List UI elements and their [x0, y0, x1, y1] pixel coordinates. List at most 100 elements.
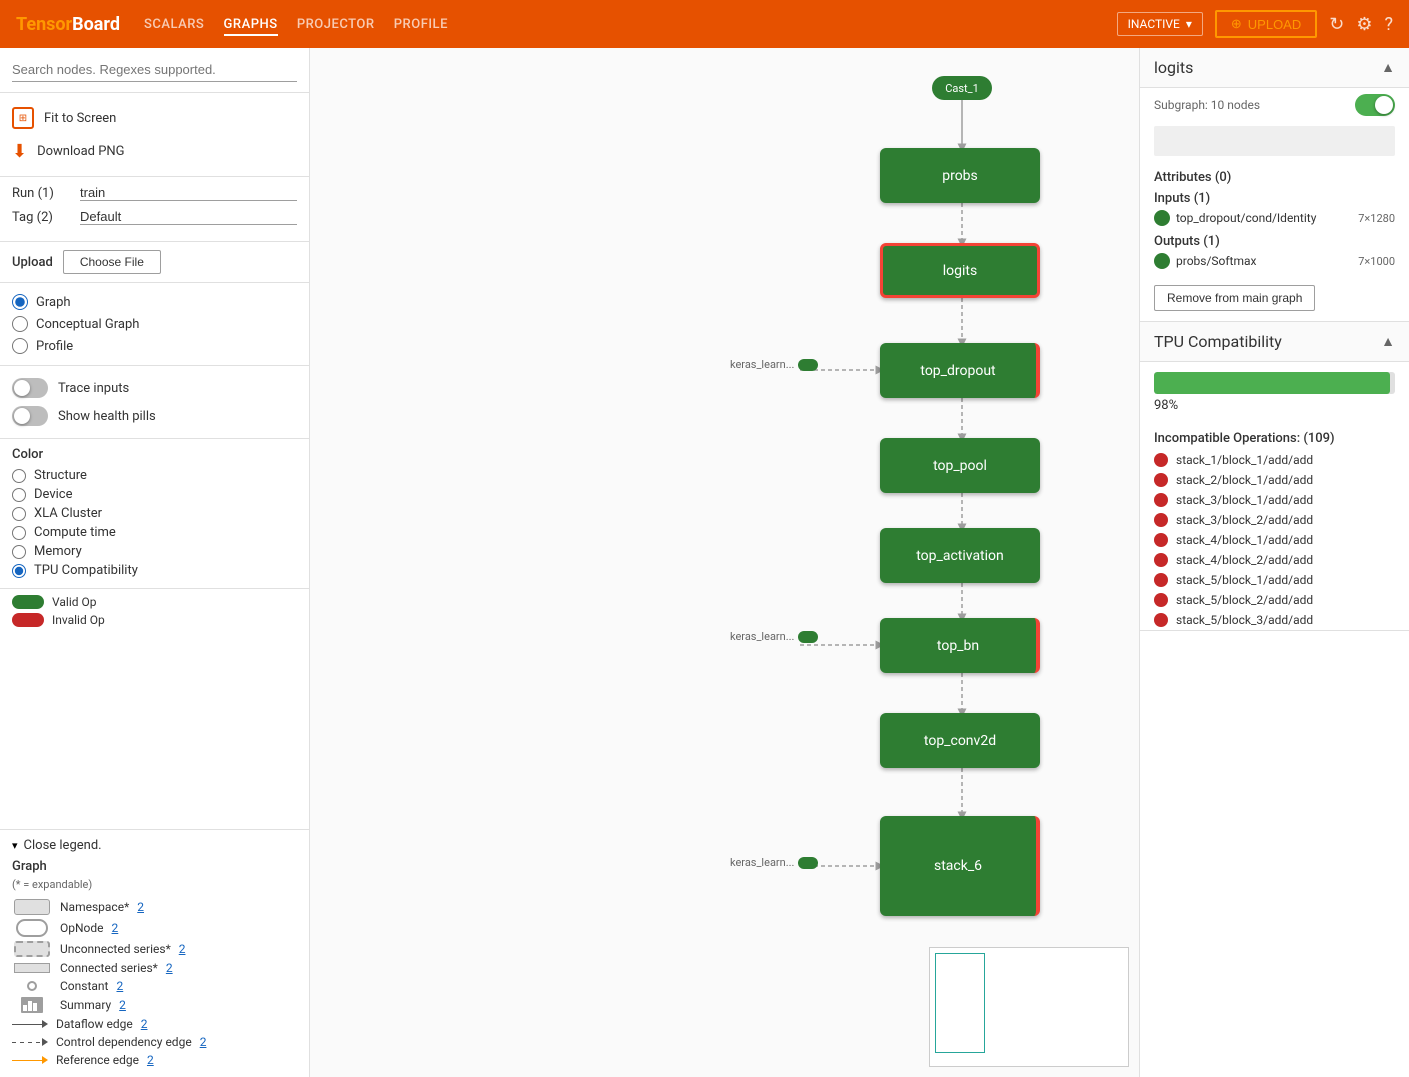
valid-op-row: Valid Op	[12, 595, 297, 609]
header-right: INACTIVE ▾ ⊕ UPLOAD ↻ ⚙ ?	[1117, 10, 1393, 38]
download-png-item[interactable]: ⬇ Download PNG	[12, 135, 297, 168]
node-top-activation[interactable]: top_activation	[880, 528, 1040, 583]
opnode-label: OpNode	[60, 921, 104, 935]
control-link[interactable]: 2	[200, 1035, 207, 1049]
incompat-dot-0	[1154, 453, 1168, 467]
unconnected-label: Unconnected series*	[60, 942, 171, 956]
namespace-label: Namespace*	[60, 900, 129, 914]
device-color-row: Device	[12, 485, 297, 504]
structure-label: Structure	[34, 468, 87, 483]
xla-radio[interactable]	[12, 507, 26, 521]
graph-canvas[interactable]: Cast_1 probs logits top_dropout top_pool…	[310, 48, 1139, 1077]
header: TensorBoard SCALARS GRAPHS PROJECTOR PRO…	[0, 0, 1409, 48]
tools-section: ⊞ Fit to Screen ⬇ Download PNG	[0, 93, 309, 177]
nav-scalars[interactable]: SCALARS	[144, 13, 204, 36]
nav-graphs[interactable]: GRAPHS	[224, 13, 278, 36]
collapse-icon[interactable]: ▲	[1381, 59, 1395, 76]
nav-profile[interactable]: PROFILE	[394, 13, 448, 36]
legend-constant: Constant 2	[12, 977, 297, 995]
main-layout: ⊞ Fit to Screen ⬇ Download PNG Run (1) t…	[0, 48, 1409, 1077]
legend-control: Control dependency edge 2	[12, 1033, 297, 1051]
node-top-pool[interactable]: top_pool	[880, 438, 1040, 493]
tpu-collapse-icon[interactable]: ▲	[1381, 333, 1395, 350]
dataflow-icon	[12, 1020, 48, 1028]
dataflow-link[interactable]: 2	[141, 1017, 148, 1031]
incompat-item-3[interactable]: stack_3/block_2/add/add	[1140, 510, 1409, 530]
incompat-text-6: stack_5/block_1/add/add	[1176, 573, 1313, 587]
keras-node-1[interactable]: keras_learn...	[730, 358, 818, 371]
incompat-item-1[interactable]: stack_2/block_1/add/add	[1140, 470, 1409, 490]
constant-shape	[12, 981, 52, 991]
health-pills-toggle[interactable]	[12, 406, 48, 426]
tpu-color-row: TPU Compatibility	[12, 561, 297, 580]
search-box	[0, 48, 309, 93]
remove-from-graph-button[interactable]: Remove from main graph	[1154, 285, 1315, 311]
expandable-note: (* = expandable)	[12, 878, 297, 891]
incompat-item-8[interactable]: stack_5/block_3/add/add	[1140, 610, 1409, 630]
compute-radio[interactable]	[12, 526, 26, 540]
node-probs[interactable]: probs	[880, 148, 1040, 203]
input-item[interactable]: top_dropout/cond/Identity 7×1280	[1154, 210, 1395, 226]
settings-icon[interactable]: ⚙	[1356, 14, 1372, 35]
upload-button[interactable]: ⊕ UPLOAD	[1215, 10, 1317, 38]
incompat-item-0[interactable]: stack_1/block_1/add/add	[1140, 450, 1409, 470]
constant-link[interactable]: 2	[116, 979, 123, 993]
unconnected-link[interactable]: 2	[179, 942, 186, 956]
keras-dot-3	[798, 857, 818, 869]
invalid-op-icon	[12, 613, 44, 627]
node-cast1[interactable]: Cast_1	[932, 76, 992, 100]
compute-color-row: Compute time	[12, 523, 297, 542]
output-item[interactable]: probs/Softmax 7×1000	[1154, 253, 1395, 269]
health-pills-row: Show health pills	[12, 402, 297, 430]
close-legend-row[interactable]: ▾ Close legend.	[12, 838, 297, 853]
memory-label: Memory	[34, 544, 82, 559]
incompat-item-7[interactable]: stack_5/block_2/add/add	[1140, 590, 1409, 610]
conceptual-radio[interactable]	[12, 316, 28, 332]
memory-radio[interactable]	[12, 545, 26, 559]
panel-title: logits	[1154, 58, 1193, 77]
run-select[interactable]: train	[80, 185, 297, 201]
trace-inputs-toggle[interactable]	[12, 378, 48, 398]
node-stack6[interactable]: stack_6	[880, 816, 1040, 916]
status-dropdown[interactable]: INACTIVE ▾	[1117, 12, 1203, 36]
incompat-item-5[interactable]: stack_4/block_2/add/add	[1140, 550, 1409, 570]
tpu-radio[interactable]	[12, 564, 26, 578]
device-radio[interactable]	[12, 488, 26, 502]
reference-link[interactable]: 2	[147, 1053, 154, 1067]
choose-file-button[interactable]: Choose File	[63, 250, 161, 274]
valid-op-icon	[12, 595, 44, 609]
graph-radio[interactable]	[12, 294, 28, 310]
reference-icon	[12, 1056, 48, 1064]
incompat-item-2[interactable]: stack_3/block_1/add/add	[1140, 490, 1409, 510]
search-input[interactable]	[12, 58, 297, 82]
outputs-row: Outputs (1) probs/Softmax 7×1000	[1154, 234, 1395, 269]
keras-node-3[interactable]: keras_learn...	[730, 856, 818, 869]
summary-link[interactable]: 2	[119, 998, 126, 1012]
node-logits[interactable]: logits	[880, 243, 1040, 298]
node-top-dropout[interactable]: top_dropout	[880, 343, 1040, 398]
tpu-title: TPU Compatibility	[1154, 332, 1282, 351]
panel-content: Attributes (0) Inputs (1) top_dropout/co…	[1140, 160, 1409, 321]
opnode-link[interactable]: 2	[112, 921, 119, 935]
help-icon[interactable]: ?	[1384, 14, 1393, 35]
graph-radio-label: Graph	[36, 295, 71, 310]
nav-projector[interactable]: PROJECTOR	[297, 13, 375, 36]
incompat-dot-7	[1154, 593, 1168, 607]
mini-map[interactable]	[929, 947, 1129, 1067]
incompat-dot-4	[1154, 533, 1168, 547]
fit-to-screen-item[interactable]: ⊞ Fit to Screen	[12, 101, 297, 135]
subgraph-toggle[interactable]	[1355, 94, 1395, 116]
keras-node-2[interactable]: keras_learn...	[730, 630, 818, 643]
incompat-item-4[interactable]: stack_4/block_1/add/add	[1140, 530, 1409, 550]
keras-dot-2	[798, 631, 818, 643]
tag-select[interactable]: Default	[80, 209, 297, 225]
incompat-item-6[interactable]: stack_5/block_1/add/add	[1140, 570, 1409, 590]
connected-link[interactable]: 2	[166, 961, 173, 975]
node-top-bn[interactable]: top_bn	[880, 618, 1040, 673]
profile-radio[interactable]	[12, 338, 28, 354]
node-top-conv2d[interactable]: top_conv2d	[880, 713, 1040, 768]
structure-radio[interactable]	[12, 469, 26, 483]
refresh-icon[interactable]: ↻	[1329, 14, 1344, 35]
namespace-link[interactable]: 2	[137, 900, 144, 914]
download-icon: ⬇	[12, 141, 27, 162]
